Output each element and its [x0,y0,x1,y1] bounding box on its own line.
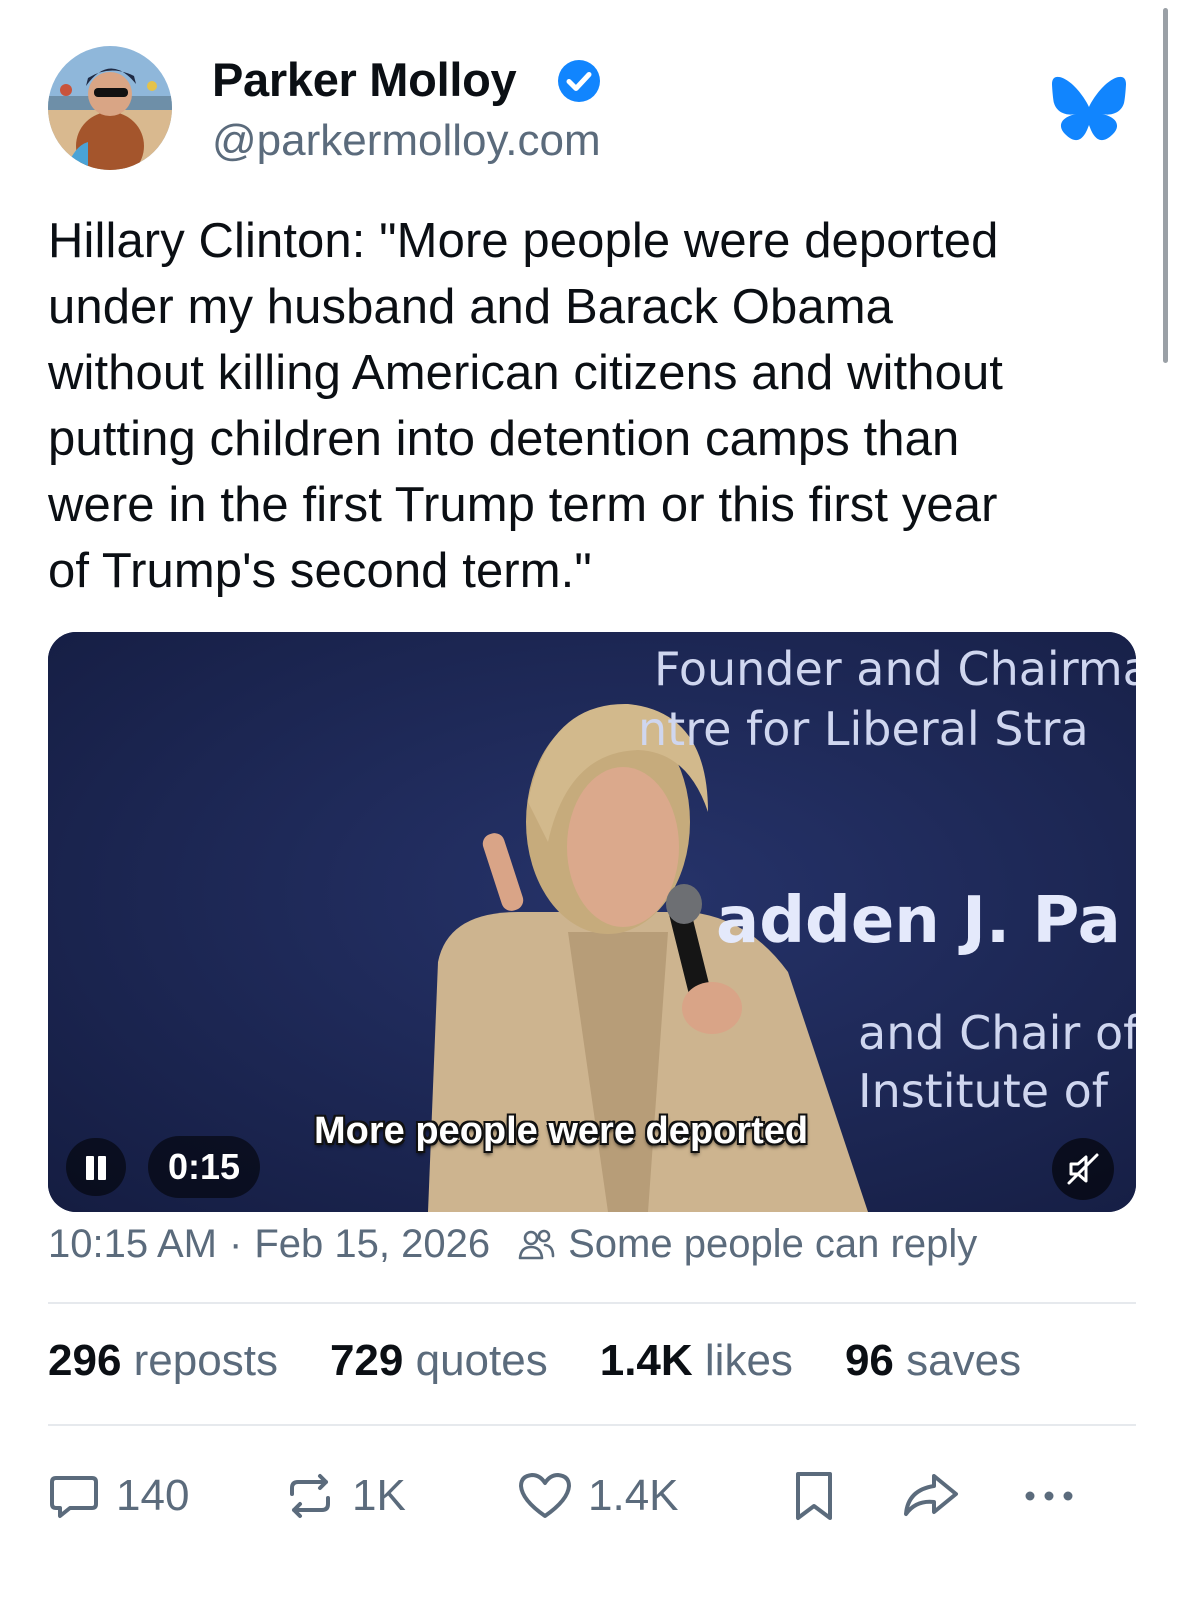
post-stats: 296 reposts 729 quotes 1.4K likes 96 sav… [48,1336,1073,1386]
mute-button[interactable] [1052,1138,1114,1200]
stat-saves[interactable]: 96 saves [845,1336,1021,1386]
video-player[interactable]: Founder and Chairma ntre for Liberal Str… [48,632,1136,1212]
background-sign-line-5: Institute of [858,1064,1108,1118]
divider [48,1424,1136,1426]
share-button[interactable] [900,1468,976,1524]
stat-quotes[interactable]: 729 quotes [330,1336,548,1386]
repost-icon [290,1474,330,1518]
more-icon [1025,1491,1073,1501]
bluesky-butterfly-icon[interactable] [1052,76,1126,142]
author-display-name[interactable]: Parker Molloy [212,52,517,107]
like-count: 1.4K [588,1471,679,1520]
heart-icon [519,1473,571,1518]
like-button[interactable]: 1.4K [516,1468,679,1524]
background-sign-line-2: ntre for Liberal Stra [638,702,1089,756]
reply-setting[interactable]: Some people can reply [568,1222,977,1267]
bookmark-button[interactable] [788,1468,854,1524]
background-sign-line-4: and Chair of [858,1006,1136,1060]
background-sign-line-1: Founder and Chairma [654,642,1136,696]
people-icon [518,1229,555,1259]
stat-reposts[interactable]: 296 reposts [48,1336,278,1386]
verified-badge-icon [558,60,600,102]
scrollbar[interactable] [1163,8,1168,363]
post-text: Hillary Clinton: "More people were depor… [48,214,1004,598]
avatar[interactable] [48,46,172,170]
pause-icon [86,1156,94,1180]
post-time[interactable]: 10:15 AM [48,1222,217,1267]
video-caption: More people were deported [314,1110,809,1152]
background-sign-name: adden J. Pa [716,884,1121,958]
post-date[interactable]: Feb 15, 2026 [254,1222,490,1267]
share-icon [904,1474,958,1516]
pause-button[interactable] [66,1138,126,1196]
avatar-photo [48,46,172,170]
pause-icon [98,1156,106,1180]
mute-icon [1067,1153,1099,1185]
stat-likes[interactable]: 1.4K likes [600,1336,793,1386]
author-handle[interactable]: @parkermolloy.com [212,116,601,166]
reply-count: 140 [116,1471,190,1520]
repost-button[interactable]: 1K [282,1468,406,1524]
repost-count: 1K [352,1471,406,1520]
video-timestamp: 0:15 [148,1136,260,1198]
more-options-button[interactable] [1018,1468,1094,1524]
reply-button[interactable]: 140 [46,1468,189,1524]
bookmark-icon [796,1472,832,1520]
post-meta: 10:15 AM · Feb 15, 2026 Some people can … [48,1222,977,1267]
meta-separator: · [229,1222,243,1266]
divider [48,1302,1136,1304]
reply-icon [50,1476,98,1518]
